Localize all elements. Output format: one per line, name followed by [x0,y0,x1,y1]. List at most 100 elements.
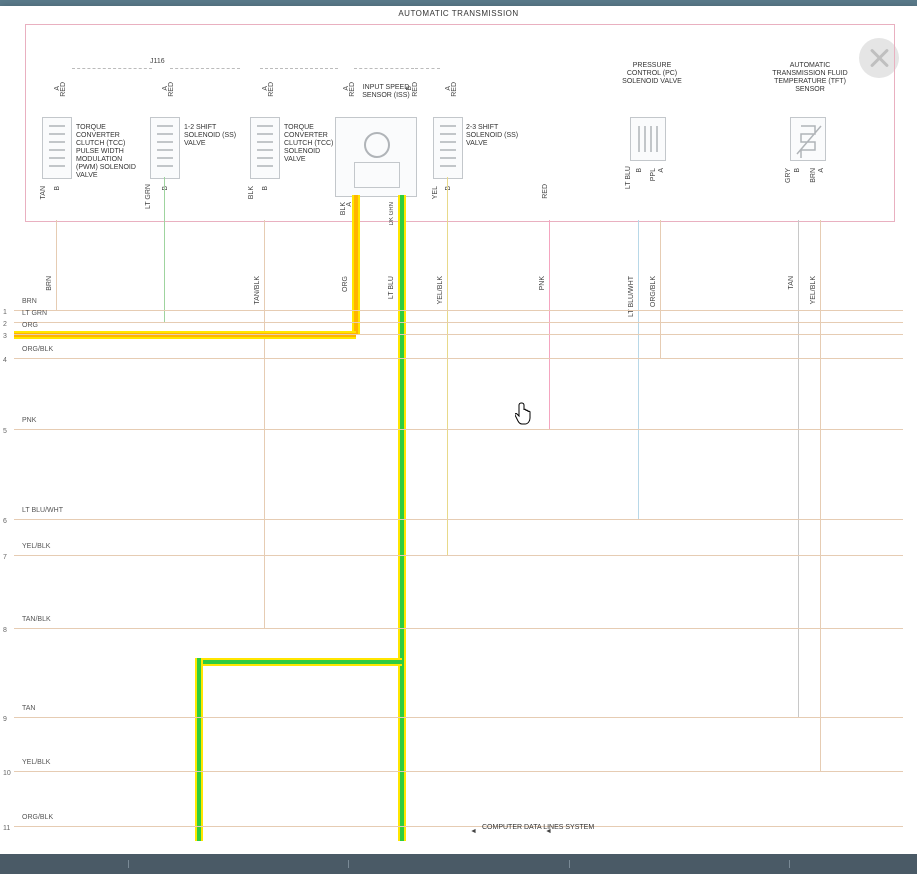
component-tcc-pwm-solenoid [42,117,72,179]
row-wire-label: LT BLU/WHT [22,507,63,514]
wire [660,220,661,358]
row-line [14,358,903,359]
row-line [14,555,903,556]
dashed-line [72,68,152,69]
wire-color: DK GRN [389,202,395,225]
wire-color: GRY [785,168,792,183]
row-line [14,519,903,520]
pin-b: B [54,186,61,191]
wire-yellow [447,177,448,555]
hand-cursor-icon [515,401,537,427]
wire-color: TAN [40,186,47,199]
wire-color: LT GRN [145,184,152,209]
highlighted-wire-branch-v[interactable] [195,658,203,841]
wire-color: YEL [432,186,439,199]
component-tft-sensor [790,117,826,161]
pin-b: B [794,168,801,173]
wire-color: BLK [248,186,255,199]
wire-color: RED [168,82,175,97]
highlighted-wire-org-h[interactable] [14,331,356,339]
wire-color: BRN [46,276,53,291]
wire-color: ORG/BLK [650,276,657,307]
wire-color: ORG [342,276,349,292]
highlighted-wire-branch-h[interactable] [195,658,402,666]
component-label: TORQUE CONVERTER CLUTCH (TCC) SOLENOID V… [284,124,342,164]
row-line [14,334,903,335]
wire-color: YEL/BLK [437,276,444,304]
dashed-line [170,68,240,69]
footer-arrow: ◄ [545,828,552,835]
row-wire-label: LT GRN [22,310,47,317]
component-input-speed-sensor [335,117,417,197]
dashed-line [354,68,414,69]
row-wire-label: ORG/BLK [22,346,53,353]
highlighted-wire-ltblu[interactable] [398,195,406,841]
pin-a: A [818,168,825,173]
wire-color: YEL/BLK [810,276,817,304]
wire-color: RED [451,82,458,97]
component-label: 1-2 SHIFT SOLENOID (SS) VALVE [184,124,239,148]
row-number: 3 [3,333,7,340]
wire [56,220,57,310]
row-wire-label: PNK [22,417,36,424]
coil-icon [434,118,462,178]
pin-b: B [636,168,643,173]
component-tcc-solenoid [250,117,280,179]
row-line [14,771,903,772]
row-number: 1 [3,309,7,316]
component-label: AUTOMATIC TRANSMISSION FLUID TEMPERATURE… [770,62,850,94]
row-line [14,826,903,827]
wire [264,220,265,628]
dashed-line [260,68,338,69]
row-number: 5 [3,428,7,435]
coil-icon [151,118,179,178]
wiring-diagram-page: AUTOMATIC TRANSMISSION J116 A RED B TAN … [0,6,917,874]
component-label: TORQUE CONVERTER CLUTCH (TCC) PULSE WIDT… [76,124,138,180]
component-pc-solenoid [630,117,666,161]
component-2-3-shift-solenoid [433,117,463,179]
component-label: 2-3 SHIFT SOLENOID (SS) VALVE [466,124,521,148]
row-line [14,310,903,311]
footer-label: COMPUTER DATA LINES SYSTEM [482,824,594,831]
wire-color: LT BLU [388,276,395,299]
wire-gray [798,220,799,717]
wire-color: RED [268,82,275,97]
coil-icon [251,118,279,178]
wire-color: RED [60,82,67,97]
wire-color: PPL [650,168,657,181]
wire-color: BRN [810,168,817,183]
wire-color: TAN [788,276,795,289]
row-number: 10 [3,770,11,777]
row-wire-label: TAN/BLK [22,616,51,623]
wire-green [164,177,165,322]
wire-color: RED [349,82,356,97]
row-line [14,429,903,430]
wire-color: RED [412,82,419,97]
wire-pink [549,220,550,429]
row-wire-label: YEL/BLK [22,543,50,550]
pin-b: B [262,186,269,191]
row-wire-label: ORG/BLK [22,814,53,821]
diagram-title: AUTOMATIC TRANSMISSION [0,9,917,18]
wire-color: BLK [340,202,347,215]
highlighted-wire-org[interactable] [352,195,360,335]
component-label: INPUT SPEED SENSOR (ISS) [362,84,410,100]
row-wire-label: ORG [22,322,38,329]
row-number: 9 [3,716,7,723]
thermistor-icon [791,118,825,160]
bottom-bar [0,854,917,874]
row-number: 7 [3,554,7,561]
pin-a: A [658,168,665,173]
row-wire-label: BRN [22,298,37,305]
wire-blue [638,220,639,519]
row-wire-label: TAN [22,705,35,712]
row-wire-label: YEL/BLK [22,759,50,766]
row-line [14,322,903,323]
dashed-line [415,68,440,69]
row-number: 6 [3,518,7,525]
coil-icon [43,118,71,183]
sensor-icon [364,132,390,158]
footer-arrow: ◄ [470,828,477,835]
wire-color: TAN/BLK [254,276,261,305]
component-label: PRESSURE CONTROL (PC) SOLENOID VALVE [617,62,687,86]
